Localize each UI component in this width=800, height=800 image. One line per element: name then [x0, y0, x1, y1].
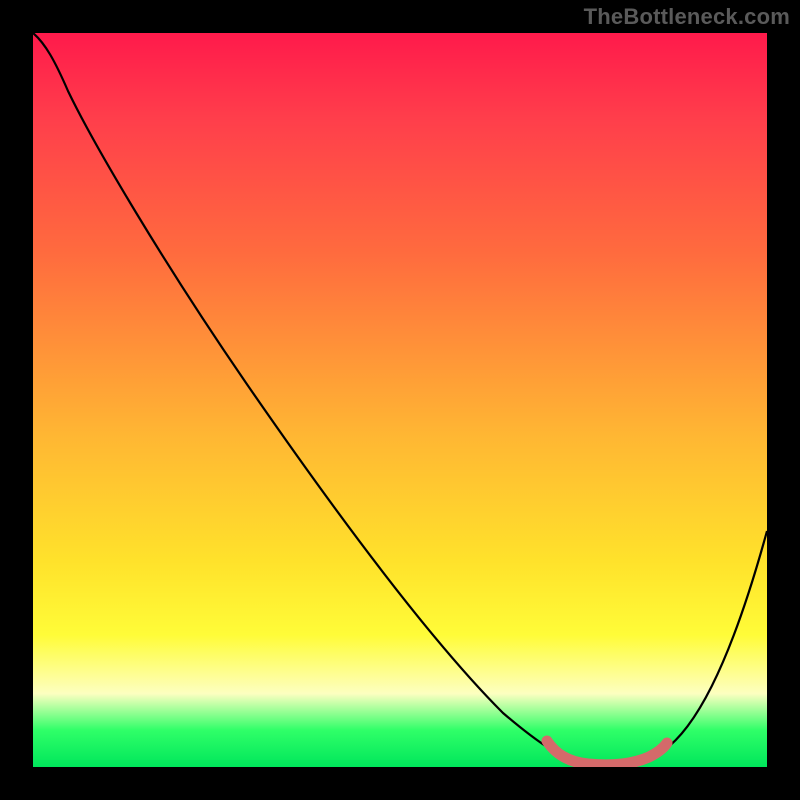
chart-frame: TheBottleneck.com	[0, 0, 800, 800]
bottleneck-curve-svg	[33, 33, 767, 767]
optimal-range-marker	[547, 741, 667, 765]
bottleneck-curve-path	[33, 33, 767, 766]
plot-area	[33, 33, 767, 767]
watermark-text: TheBottleneck.com	[584, 4, 790, 30]
